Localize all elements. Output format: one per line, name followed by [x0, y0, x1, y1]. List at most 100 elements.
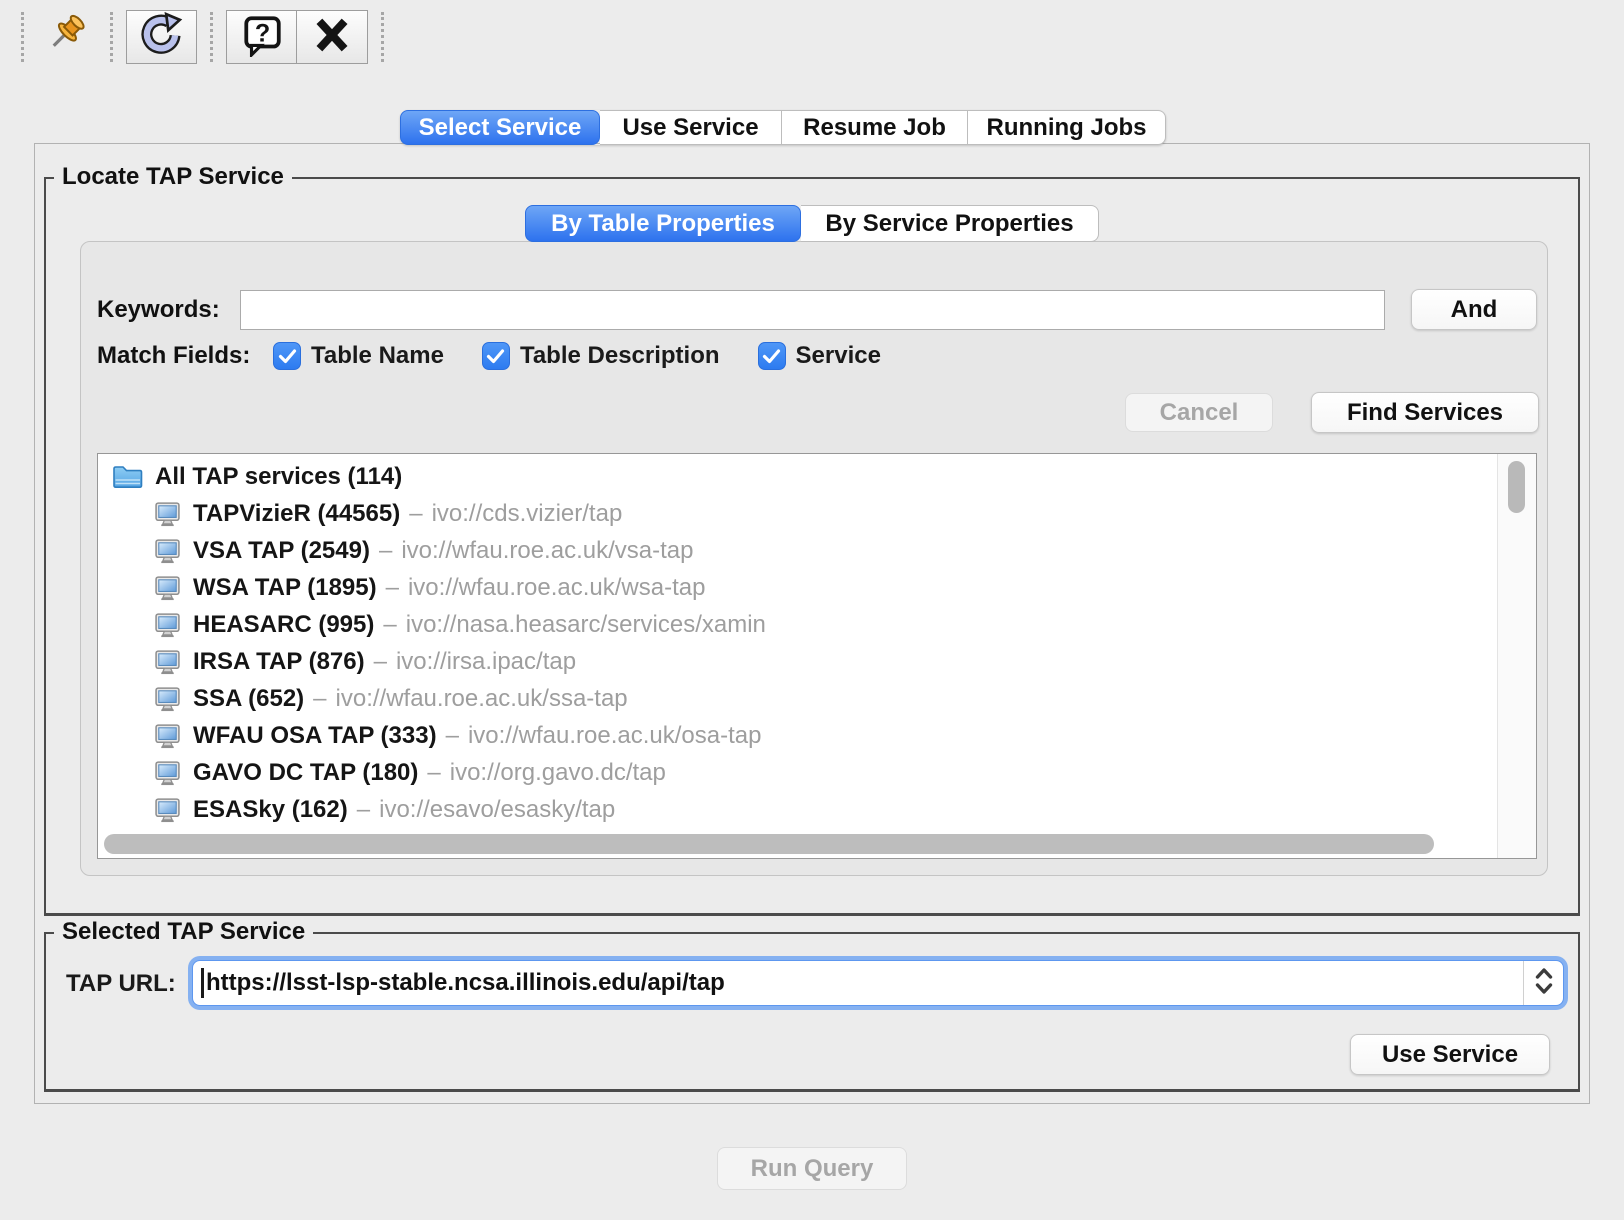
service-name: HEASARC (995) [193, 611, 374, 639]
service-separator: – [446, 722, 459, 750]
keywords-input[interactable] [240, 290, 1385, 330]
reload-button[interactable] [126, 10, 197, 64]
close-icon [311, 14, 353, 61]
checkbox-service[interactable] [758, 342, 786, 370]
toolbar-drag-handle[interactable] [381, 12, 384, 62]
horizontal-scrollbar[interactable] [98, 830, 1496, 858]
close-button[interactable] [297, 10, 368, 64]
service-name: VSA TAP (2549) [193, 537, 370, 565]
service-uri: ivo://esavo/esasky/tap [379, 796, 615, 824]
service-row[interactable]: GAVO DC TAP (180) – ivo://org.gavo.dc/ta… [98, 754, 1496, 791]
service-uri: ivo://irsa.ipac/tap [396, 648, 576, 676]
service-monitor-icon [154, 574, 181, 601]
service-row[interactable]: HEASARC (995) – ivo://nasa.heasarc/servi… [98, 606, 1496, 643]
text-caret [201, 968, 204, 998]
service-monitor-icon [154, 796, 181, 823]
help-button[interactable]: ? [226, 10, 297, 64]
service-separator: – [313, 685, 326, 713]
service-monitor-icon [154, 759, 181, 786]
combobox-stepper[interactable] [1523, 961, 1563, 1005]
and-button[interactable]: And [1411, 289, 1537, 330]
service-uri: ivo://wfau.roe.ac.uk/wsa-tap [408, 574, 705, 602]
find-services-button[interactable]: Find Services [1311, 392, 1539, 433]
cancel-button[interactable]: Cancel [1125, 393, 1273, 432]
by-table-properties-panel: Keywords: And Match Fields: Table Name T… [80, 241, 1548, 876]
vertical-scrollbar[interactable] [1497, 454, 1536, 858]
service-monitor-icon [154, 722, 181, 749]
service-separator: – [379, 537, 392, 565]
checkbox-service-label: Service [796, 342, 881, 370]
selected-group-title: Selected TAP Service [54, 918, 313, 946]
tap-url-combobox[interactable]: https://lsst-lsp-stable.ncsa.illinois.ed… [192, 960, 1564, 1006]
subtab-by-service-properties[interactable]: By Service Properties [801, 205, 1099, 242]
service-row[interactable]: IRSA TAP (876) – ivo://irsa.ipac/tap [98, 643, 1496, 680]
service-row[interactable]: TAPVizieR (44565) – ivo://cds.vizier/tap [98, 495, 1496, 532]
folder-icon [112, 464, 143, 490]
tab-running-jobs[interactable]: Running Jobs [968, 110, 1166, 145]
match-fields-label: Match Fields: [97, 342, 273, 370]
service-uri: ivo://wfau.roe.ac.uk/osa-tap [468, 722, 761, 750]
service-monitor-icon [154, 611, 181, 638]
service-uri: ivo://nasa.heasarc/services/xamin [406, 611, 766, 639]
tap-url-label: TAP URL: [66, 970, 176, 998]
reload-icon [139, 12, 185, 63]
checkbox-table-description-label: Table Description [520, 342, 720, 370]
use-service-button[interactable]: Use Service [1350, 1034, 1550, 1075]
service-row[interactable]: WFAU OSA TAP (333) – ivo://wfau.roe.ac.u… [98, 717, 1496, 754]
tab-resume-job[interactable]: Resume Job [782, 110, 968, 145]
service-separator: – [374, 648, 387, 676]
chevron-up-down-icon [1533, 965, 1555, 1002]
search-actions-row: Cancel Find Services [1125, 392, 1539, 433]
tap-url-value: https://lsst-lsp-stable.ncsa.illinois.ed… [206, 969, 725, 997]
horizontal-scrollbar-thumb[interactable] [104, 834, 1434, 854]
keywords-label: Keywords: [97, 296, 240, 324]
service-separator: – [357, 796, 370, 824]
toolbar-drag-handle[interactable] [21, 12, 24, 62]
pin-icon [42, 10, 92, 65]
services-scrollpane: All TAP services (114) TAPVizieR (44565)… [97, 453, 1537, 859]
service-name: TAPVizieR (44565) [193, 500, 400, 528]
service-name: ESASky (162) [193, 796, 348, 824]
services-tree: All TAP services (114) TAPVizieR (44565)… [98, 458, 1496, 828]
keywords-row: Keywords: And [97, 289, 1537, 330]
service-row[interactable]: ESASky (162) – ivo://esavo/esasky/tap [98, 791, 1496, 828]
tab-use-service[interactable]: Use Service [600, 110, 782, 145]
toolbar: ? [8, 8, 397, 66]
tree-root-row[interactable]: All TAP services (114) [98, 458, 1496, 495]
help-icon: ? [240, 13, 284, 62]
pin-button[interactable] [37, 10, 97, 64]
selected-tap-service-group: Selected TAP Service TAP URL: https://ls… [44, 932, 1580, 1092]
checkbox-table-name[interactable] [273, 342, 301, 370]
locate-group-title: Locate TAP Service [54, 163, 292, 191]
tree-root-label: All TAP services (114) [155, 463, 402, 491]
service-name: WSA TAP (1895) [193, 574, 377, 602]
service-row[interactable]: SSA (652) – ivo://wfau.roe.ac.uk/ssa-tap [98, 680, 1496, 717]
svg-text:?: ? [254, 19, 269, 47]
service-separator: – [427, 759, 440, 787]
service-separator: – [383, 611, 396, 639]
service-uri: ivo://wfau.roe.ac.uk/ssa-tap [336, 685, 628, 713]
locate-subtabbar: By Table Properties By Service Propertie… [46, 205, 1578, 242]
vertical-scrollbar-thumb[interactable] [1508, 461, 1525, 513]
service-uri: ivo://wfau.roe.ac.uk/vsa-tap [401, 537, 693, 565]
checkbox-table-description[interactable] [482, 342, 510, 370]
service-uri: ivo://cds.vizier/tap [432, 500, 623, 528]
service-separator: – [409, 500, 422, 528]
toolbar-drag-handle[interactable] [210, 12, 213, 62]
tab-select-service[interactable]: Select Service [400, 110, 600, 145]
toolbar-drag-handle[interactable] [110, 12, 113, 62]
service-monitor-icon [154, 648, 181, 675]
service-row[interactable]: WSA TAP (1895) – ivo://wfau.roe.ac.uk/ws… [98, 569, 1496, 606]
service-monitor-icon [154, 500, 181, 527]
service-separator: – [386, 574, 399, 602]
service-row[interactable]: VSA TAP (2549) – ivo://wfau.roe.ac.uk/vs… [98, 532, 1496, 569]
service-name: SSA (652) [193, 685, 304, 713]
locate-tap-service-group: Locate TAP Service By Table Properties B… [44, 177, 1580, 916]
service-monitor-icon [154, 685, 181, 712]
run-query-button[interactable]: Run Query [717, 1147, 907, 1190]
service-uri: ivo://org.gavo.dc/tap [450, 759, 666, 787]
main-tabbar: Select Service Use Service Resume Job Ru… [400, 110, 1166, 145]
match-fields-row: Match Fields: Table Name Table Descripti… [97, 342, 919, 370]
subtab-by-table-properties[interactable]: By Table Properties [525, 205, 801, 242]
service-name: GAVO DC TAP (180) [193, 759, 418, 787]
